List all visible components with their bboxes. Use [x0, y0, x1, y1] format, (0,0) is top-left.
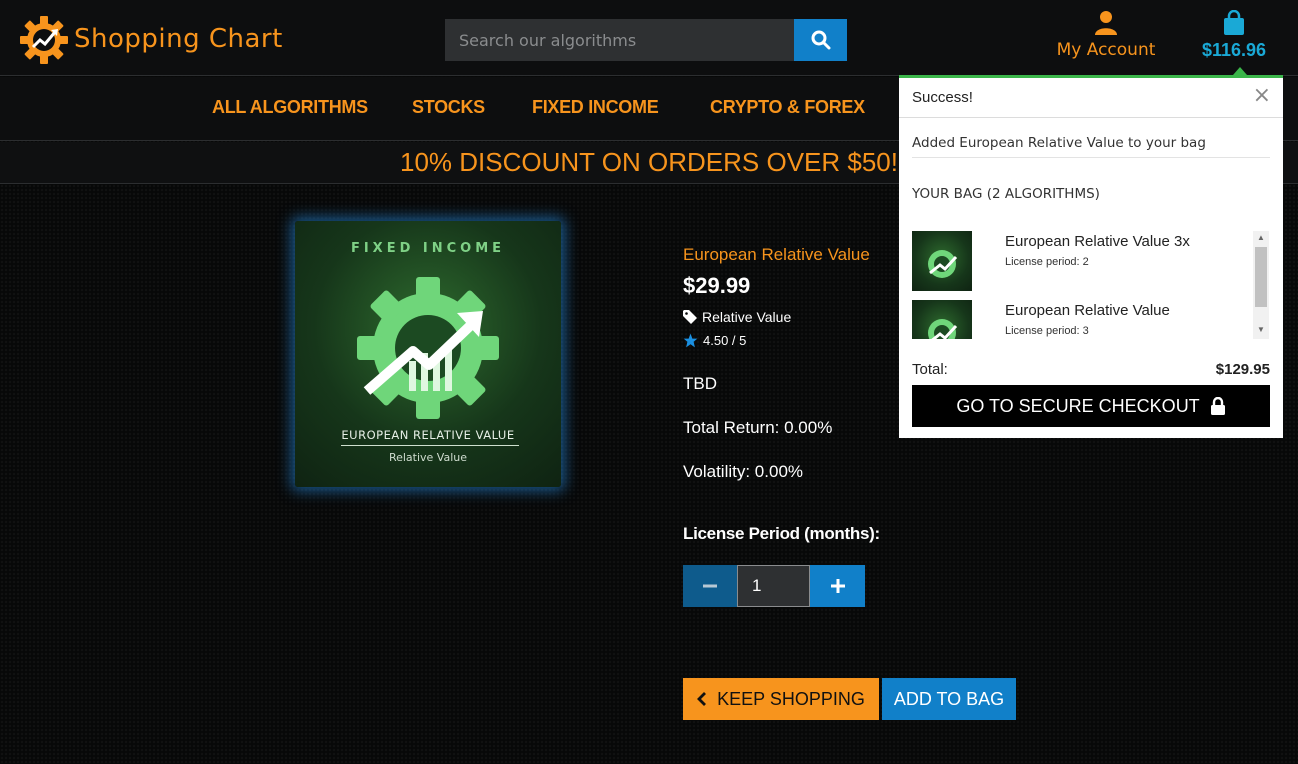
- product-total-return: Total Return: 0.00%: [683, 418, 833, 437]
- quantity-input[interactable]: [737, 565, 810, 607]
- bag-scrollbar[interactable]: ▲ ▼: [1253, 231, 1269, 339]
- product-tag-label: Relative Value: [702, 309, 792, 325]
- scroll-down-icon[interactable]: ▼: [1257, 325, 1265, 334]
- search-input[interactable]: [445, 19, 795, 61]
- cart-button[interactable]: $116.96: [1192, 10, 1276, 68]
- popup-total-value: $129.95: [1215, 361, 1270, 378]
- add-to-bag-button[interactable]: ADD TO BAG: [882, 678, 1016, 720]
- minus-icon: [703, 584, 717, 588]
- scroll-up-icon[interactable]: ▲: [1257, 233, 1265, 242]
- nav-crypto-forex[interactable]: CRYPTO & FOREX: [710, 97, 865, 118]
- nav-fixed-income[interactable]: FIXED INCOME: [532, 97, 659, 118]
- tag-icon: [683, 310, 697, 324]
- bag-item-license: License period: 2: [1005, 256, 1089, 268]
- gear-chart-icon: [928, 250, 958, 278]
- popup-total-label: Total:: [912, 361, 948, 378]
- product-image-category: FIXED INCOME: [350, 241, 506, 256]
- bag-item-thumbnail: [912, 231, 972, 291]
- popup-message: Added European Relative Value to your ba…: [912, 135, 1270, 158]
- bag-item-thumbnail: [912, 300, 972, 339]
- product-image-name: EUROPEAN RELATIVE VALUE: [341, 428, 515, 442]
- license-period-label: License Period (months):: [683, 524, 880, 543]
- logo-gear-icon[interactable]: [18, 14, 70, 66]
- product-rating: 4.50 / 5: [683, 333, 746, 348]
- star-icon: [683, 333, 698, 348]
- bag-item[interactable]: European Relative Value 3x License perio…: [912, 231, 1252, 291]
- popup-header: Success! ×: [899, 78, 1283, 118]
- product-price: $29.99: [683, 273, 751, 298]
- bag-item-name: European Relative Value: [1005, 302, 1170, 319]
- secure-checkout-button[interactable]: GO TO SECURE CHECKOUT: [912, 385, 1270, 427]
- cart-popup: Success! × Added European Relative Value…: [899, 75, 1283, 438]
- product-image-divider: [341, 445, 519, 446]
- bag-item[interactable]: European Relative Value License period: …: [912, 300, 1252, 339]
- popup-caret: [1233, 67, 1247, 75]
- quantity-decrease-button[interactable]: [683, 565, 737, 607]
- lock-icon: [1210, 397, 1225, 415]
- product-name: European Relative Value: [683, 245, 870, 264]
- gear-chart-icon: [928, 319, 958, 339]
- my-account-label: My Account: [1056, 40, 1156, 60]
- scroll-thumb[interactable]: [1255, 247, 1267, 307]
- nav-all-algorithms[interactable]: ALL ALGORITHMS: [212, 97, 368, 118]
- nav-stocks[interactable]: STOCKS: [412, 97, 485, 118]
- bag-title: YOUR BAG (2 ALGORITHMS): [912, 186, 1100, 202]
- close-icon[interactable]: ×: [1253, 84, 1271, 108]
- popup-title: Success!: [912, 89, 973, 106]
- gear-chart-icon: [357, 277, 499, 419]
- user-icon: [1095, 11, 1117, 35]
- plus-icon: [830, 579, 845, 593]
- search-button[interactable]: [794, 19, 847, 61]
- product-rating-value: 4.50 / 5: [703, 333, 747, 348]
- bag-item-name: European Relative Value 3x: [1005, 233, 1190, 250]
- product-image: FIXED INCOME EUROPEAN RELATIVE VALUE Rel…: [295, 221, 561, 487]
- product-description: TBD: [683, 374, 717, 393]
- product-image-subtitle: Relative Value: [388, 451, 468, 464]
- keep-shopping-label: KEEP SHOPPING: [717, 688, 865, 709]
- bag-list[interactable]: European Relative Value 3x License perio…: [912, 231, 1269, 339]
- product-tag[interactable]: Relative Value: [683, 309, 791, 325]
- checkout-label: GO TO SECURE CHECKOUT: [956, 395, 1200, 416]
- quantity-increase-button[interactable]: [810, 565, 865, 607]
- keep-shopping-button[interactable]: KEEP SHOPPING: [683, 678, 879, 720]
- logo-text[interactable]: Shopping Chart: [74, 24, 283, 54]
- cart-total: $116.96: [1201, 40, 1267, 60]
- product-volatility: Volatility: 0.00%: [683, 462, 804, 481]
- chevron-left-icon: [697, 692, 707, 706]
- shopping-bag-icon: [1224, 10, 1244, 35]
- search-icon: [811, 30, 830, 50]
- bag-item-license: License period: 3: [1005, 325, 1089, 337]
- site-header: Shopping Chart My Account $116.96: [0, 0, 1298, 76]
- my-account-link[interactable]: My Account: [1050, 10, 1162, 68]
